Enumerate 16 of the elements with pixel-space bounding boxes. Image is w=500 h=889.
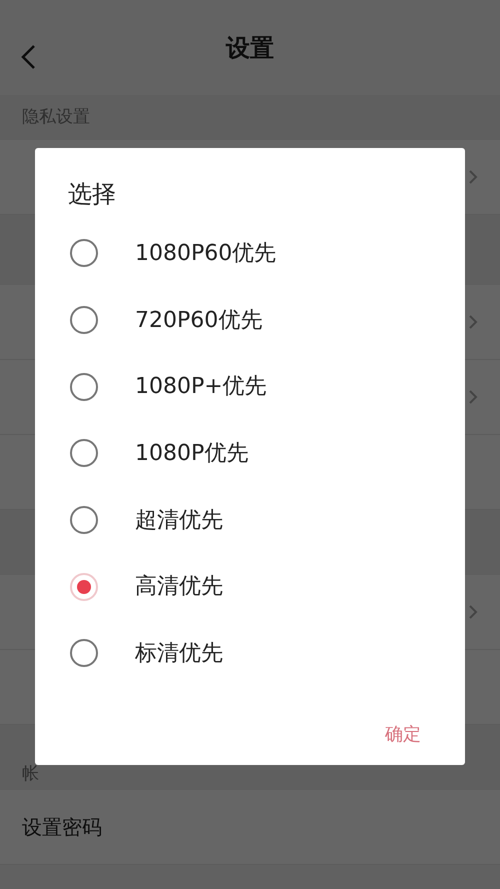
option-label[interactable]: 高清优先: [135, 570, 223, 604]
radio-button[interactable]: [70, 372, 98, 401]
dialog-title: 选择: [68, 179, 116, 210]
page-title: 设置: [226, 32, 274, 64]
radio-button[interactable]: [70, 639, 98, 668]
radio-button[interactable]: [70, 506, 98, 534]
radio-button[interactable]: [70, 306, 98, 334]
back-icon[interactable]: [20, 44, 36, 70]
option-label[interactable]: 1080P优先: [135, 436, 248, 470]
option-label[interactable]: 720P60优先: [135, 304, 262, 337]
radio-button[interactable]: [70, 239, 98, 268]
option-label[interactable]: 标清优先: [135, 636, 223, 670]
option-label[interactable]: 1080P60优先: [135, 236, 276, 270]
option-label[interactable]: 1080P+优先: [135, 370, 267, 404]
radio-button[interactable]: [70, 439, 98, 468]
option-label[interactable]: 超清优先: [135, 504, 223, 537]
